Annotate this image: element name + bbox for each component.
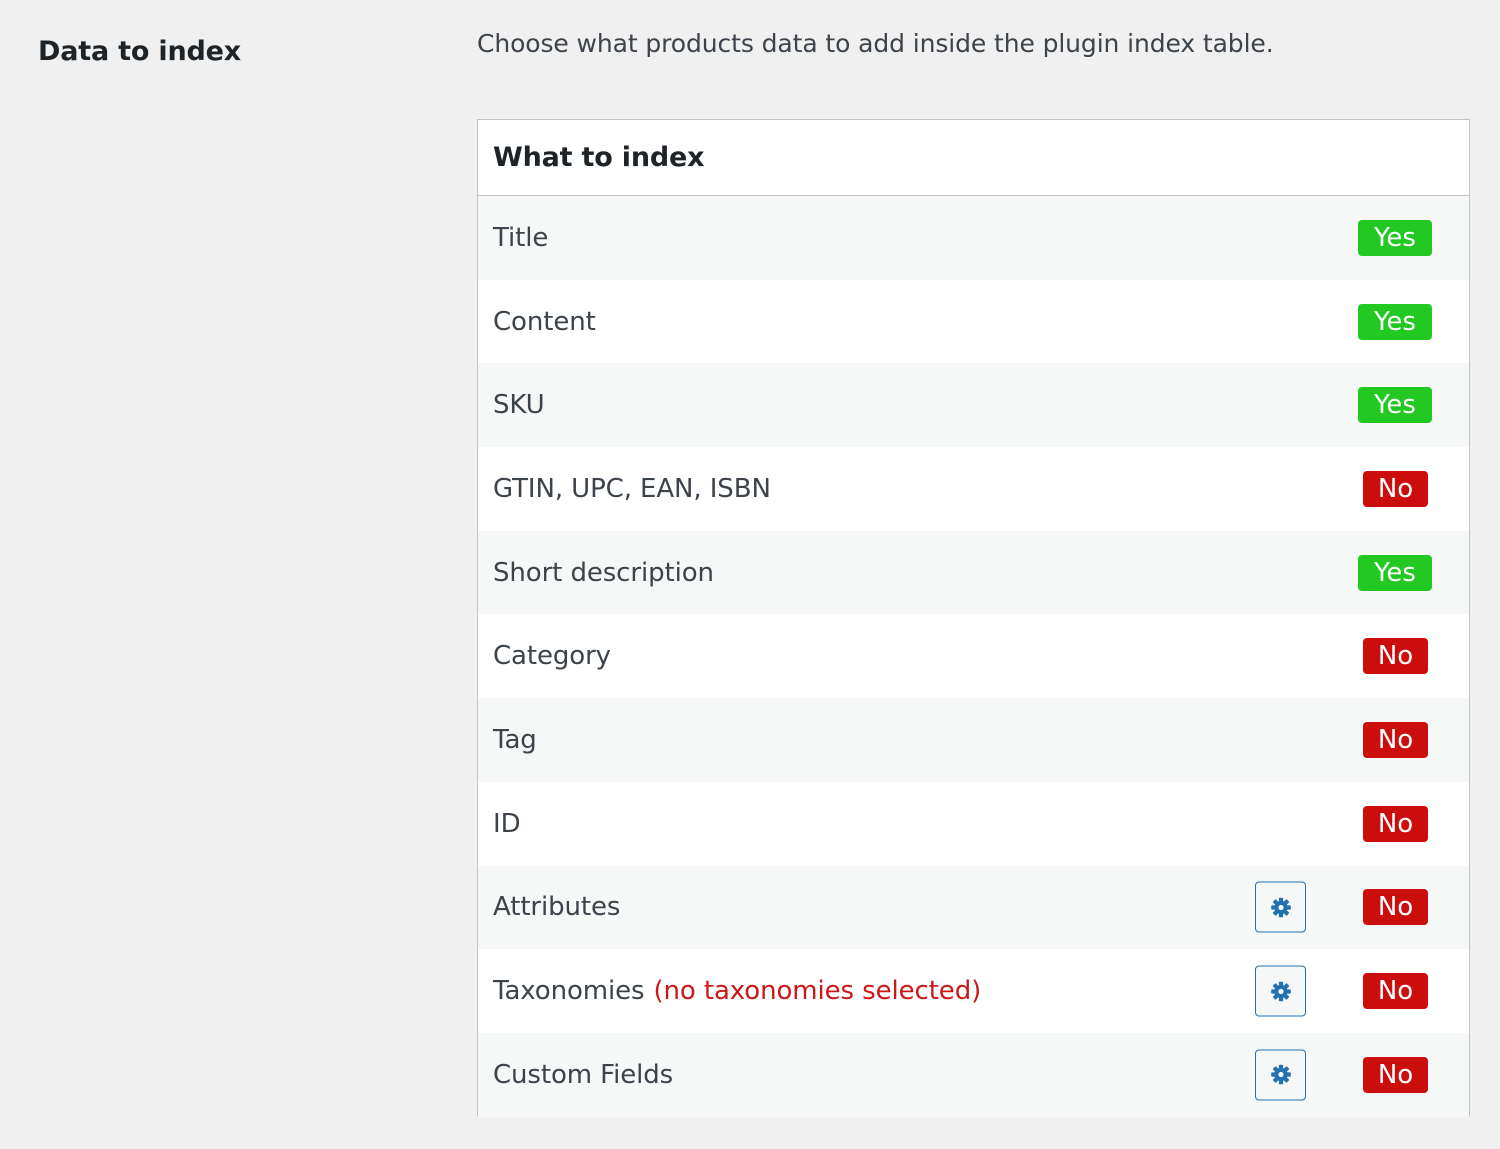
table-body: Title Yes Content Yes SKU Yes GTIN, UPC,… xyxy=(478,196,1469,1117)
table-header: What to index xyxy=(478,120,1469,196)
row-label: Custom Fields xyxy=(493,1060,673,1090)
index-table: What to index Title Yes Content Yes SKU … xyxy=(477,119,1470,1117)
row-label: Short description xyxy=(493,558,714,588)
table-row-title: Title Yes xyxy=(478,196,1469,280)
row-label-text: Taxonomies xyxy=(493,976,645,1007)
row-label-text: SKU xyxy=(493,390,545,421)
table-row-category: Category No xyxy=(478,614,1469,699)
status-badge[interactable]: Yes xyxy=(1358,219,1432,256)
gear-icon xyxy=(1270,981,1291,1001)
table-row-content: Content Yes xyxy=(478,279,1469,364)
row-label-text: Custom Fields xyxy=(493,1059,674,1090)
settings-button[interactable] xyxy=(1255,881,1306,933)
row-label-text: Content xyxy=(493,306,596,337)
table-row-attributes: Attributes No xyxy=(478,865,1469,950)
row-label-text: Category xyxy=(493,641,611,672)
row-label: Taxonomies (no taxonomies selected) xyxy=(493,976,981,1006)
gear-icon xyxy=(1270,897,1291,918)
row-label: Content xyxy=(493,307,596,337)
gear-icon xyxy=(1270,1064,1291,1085)
row-label: SKU xyxy=(493,390,545,420)
table-row-sku: SKU Yes xyxy=(478,363,1469,448)
row-label-text: Attributes xyxy=(493,892,621,923)
row-label-text: Short description xyxy=(493,557,714,588)
table-row-gtin-upc-ean-isbn: GTIN, UPC, EAN, ISBN No xyxy=(478,447,1469,531)
row-label: GTIN, UPC, EAN, ISBN xyxy=(493,474,771,504)
row-label: Attributes xyxy=(493,892,620,922)
status-badge[interactable]: No xyxy=(1363,973,1428,1010)
table-row-id: ID No xyxy=(478,781,1469,866)
status-badge[interactable]: No xyxy=(1363,638,1428,675)
table-row-taxonomies: Taxonomies (no taxonomies selected) No xyxy=(478,949,1469,1033)
table-row-short-description: Short description Yes xyxy=(478,530,1469,615)
row-label: Title xyxy=(493,223,548,253)
setting-label: Data to index xyxy=(38,36,241,67)
row-label: ID xyxy=(493,809,521,839)
status-badge[interactable]: No xyxy=(1363,1056,1428,1093)
row-label-text: GTIN, UPC, EAN, ISBN xyxy=(493,473,771,504)
row-label: Tag xyxy=(493,725,537,755)
row-note: (no taxonomies selected) xyxy=(653,976,982,1007)
row-label: Category xyxy=(493,641,611,671)
status-badge[interactable]: No xyxy=(1363,889,1428,926)
settings-button[interactable] xyxy=(1255,1049,1306,1101)
table-row-custom-fields: Custom Fields No xyxy=(478,1032,1469,1117)
status-badge[interactable]: No xyxy=(1363,721,1428,758)
row-label-text: ID xyxy=(493,808,521,839)
status-badge[interactable]: Yes xyxy=(1358,303,1432,340)
settings-button[interactable] xyxy=(1255,965,1306,1017)
status-badge[interactable]: Yes xyxy=(1358,387,1432,424)
status-badge[interactable]: No xyxy=(1363,470,1428,507)
status-badge[interactable]: Yes xyxy=(1358,554,1432,591)
table-row-tag: Tag No xyxy=(478,698,1469,782)
row-label-text: Title xyxy=(493,222,549,253)
row-label-text: Tag xyxy=(493,724,537,755)
status-badge[interactable]: No xyxy=(1363,805,1428,842)
setting-description: Choose what products data to add inside … xyxy=(477,29,1274,58)
